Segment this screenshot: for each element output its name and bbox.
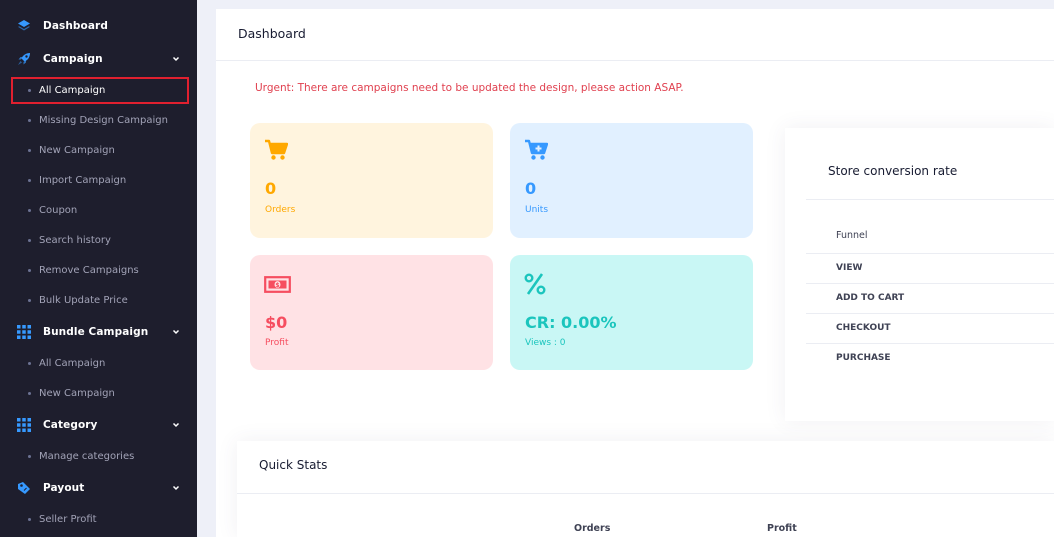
quick-stats-col-orders: Orders (574, 523, 611, 534)
svg-text:$: $ (275, 282, 279, 289)
conversion-divider (806, 199, 1054, 200)
bullet-dot (28, 362, 31, 365)
nav-item-seller-profit[interactable]: Seller Profit (0, 506, 197, 532)
quick-stats-divider (237, 493, 1054, 494)
funnel-row-checkout: CHECKOUT (836, 323, 891, 333)
chevron-down-icon (172, 422, 180, 428)
layers-icon (16, 18, 32, 34)
nav-item-label: Bulk Update Price (39, 294, 128, 306)
bullet-dot (28, 89, 31, 92)
nav-bundle-campaign[interactable]: Bundle Campaign (0, 317, 197, 347)
grid-icon (16, 417, 32, 433)
percent-icon (524, 272, 546, 300)
store-conversion-panel: Store conversion rate Funnel VIEW ADD TO… (785, 128, 1054, 421)
nav-item-label: Missing Design Campaign (39, 114, 168, 126)
orders-card: 0 Orders (250, 123, 493, 238)
urgent-alert: Urgent: There are campaigns need to be u… (255, 82, 684, 94)
funnel-header: Funnel (836, 230, 868, 241)
conversion-title: Store conversion rate (828, 164, 958, 178)
orders-label: Orders (265, 205, 296, 215)
nav-category-label: Category (43, 419, 98, 431)
nav-item-label: Coupon (39, 204, 78, 216)
bullet-dot (28, 392, 31, 395)
title-divider (216, 60, 1054, 61)
nav-item-bundle-new-campaign[interactable]: New Campaign (0, 380, 197, 406)
quick-stats-col-profit: Profit (767, 523, 797, 534)
bullet-dot (28, 269, 31, 272)
grid-icon (16, 324, 32, 340)
bullet-dot (28, 239, 31, 242)
profit-card: $ $0 Profit (250, 255, 493, 370)
chevron-down-icon (172, 329, 180, 335)
nav-item-new-campaign[interactable]: New Campaign (0, 137, 197, 163)
page-title: Dashboard (238, 26, 306, 41)
nav-dashboard-label: Dashboard (43, 20, 108, 32)
nav-item-label: Remove Campaigns (39, 264, 139, 276)
nav-item-bulk-update-price[interactable]: Bulk Update Price (0, 287, 197, 313)
bullet-dot (28, 299, 31, 302)
funnel-row-divider (806, 313, 1054, 314)
nav-item-label: Search history (39, 234, 111, 246)
funnel-row-divider (806, 343, 1054, 344)
nav-item-import-campaign[interactable]: Import Campaign (0, 167, 197, 193)
nav-payout-label: Payout (43, 482, 85, 494)
funnel-row-divider (806, 283, 1054, 284)
bullet-dot (28, 518, 31, 521)
nav-item-search-history[interactable]: Search history (0, 227, 197, 253)
nav-item-missing-design-campaign[interactable]: Missing Design Campaign (0, 107, 197, 133)
funnel-row-divider (806, 253, 1054, 254)
views-label: Views : 0 (525, 338, 566, 348)
nav-bundle-label: Bundle Campaign (43, 326, 149, 338)
nav-item-coupon[interactable]: Coupon (0, 197, 197, 223)
cr-value: CR: 0.00% (525, 313, 617, 332)
money-icon: $ (264, 276, 291, 297)
nav-payout[interactable]: Payout (0, 473, 197, 503)
nav-campaign[interactable]: Campaign (0, 44, 197, 74)
nav-item-remove-campaigns[interactable]: Remove Campaigns (0, 257, 197, 283)
nav-campaign-label: Campaign (43, 53, 103, 65)
rocket-icon (16, 51, 32, 67)
main-content: Dashboard Urgent: There are campaigns ne… (216, 9, 1054, 537)
cart-plus-icon (524, 139, 549, 165)
nav-item-label: All Campaign (39, 357, 106, 369)
nav-item-label: New Campaign (39, 144, 115, 156)
chevron-down-icon (172, 56, 180, 62)
cart-icon (264, 139, 289, 165)
sidebar: Dashboard Campaign All Campaign Missing … (0, 0, 197, 537)
quick-stats-panel: Quick Stats Orders Profit (237, 441, 1054, 537)
nav-item-all-campaign[interactable]: All Campaign (0, 77, 197, 103)
orders-value: 0 (265, 179, 277, 198)
funnel-row-view: VIEW (836, 263, 863, 273)
nav-item-manage-categories[interactable]: Manage categories (0, 443, 197, 469)
nav-category[interactable]: Category (0, 410, 197, 440)
units-label: Units (525, 205, 549, 215)
quick-stats-title: Quick Stats (259, 458, 328, 472)
profit-label: Profit (265, 338, 289, 348)
tag-icon (16, 480, 32, 496)
bullet-dot (28, 209, 31, 212)
funnel-row-purchase: PURCHASE (836, 353, 891, 363)
bullet-dot (28, 119, 31, 122)
nav-item-label: Manage categories (39, 450, 135, 462)
nav-item-label: Import Campaign (39, 174, 127, 186)
chevron-down-icon (172, 485, 180, 491)
bullet-dot (28, 455, 31, 458)
nav-item-bundle-all-campaign[interactable]: All Campaign (0, 350, 197, 376)
bullet-dot (28, 149, 31, 152)
nav-item-label: Seller Profit (39, 513, 97, 525)
nav-dashboard[interactable]: Dashboard (0, 11, 197, 41)
bullet-dot (28, 179, 31, 182)
units-value: 0 (525, 179, 537, 198)
nav-item-label: All Campaign (39, 84, 106, 96)
profit-value: $0 (265, 313, 288, 332)
conversion-rate-card: CR: 0.00% Views : 0 (510, 255, 753, 370)
nav-item-label: New Campaign (39, 387, 115, 399)
funnel-row-add-to-cart: ADD TO CART (836, 293, 905, 303)
units-card: 0 Units (510, 123, 753, 238)
